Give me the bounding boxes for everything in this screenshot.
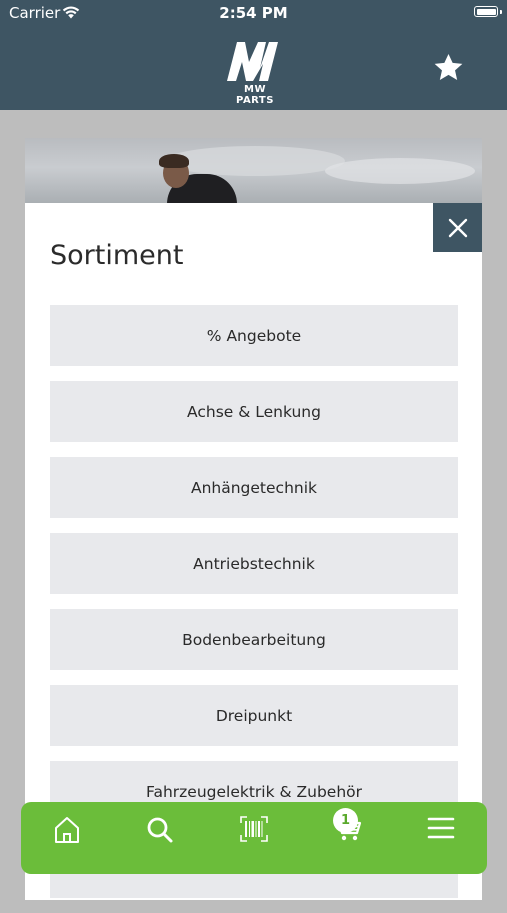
logo-text: MW PARTS bbox=[236, 84, 274, 106]
nav-scan-button[interactable] bbox=[232, 816, 276, 860]
category-item-angebote[interactable]: % Angebote bbox=[50, 305, 458, 366]
logo-mark-icon bbox=[227, 42, 278, 81]
status-time: 2:54 PM bbox=[219, 4, 288, 22]
category-item-antriebstechnik[interactable]: Antriebstechnik bbox=[50, 533, 458, 594]
bottom-nav bbox=[21, 802, 487, 874]
category-item-dreipunkt[interactable]: Dreipunkt bbox=[50, 685, 458, 746]
brand-logo[interactable]: MW PARTS bbox=[224, 40, 286, 106]
nav-menu-button[interactable] bbox=[419, 816, 463, 860]
hero-image bbox=[25, 138, 482, 204]
modal-title: Sortiment bbox=[50, 240, 184, 271]
favorites-button[interactable] bbox=[432, 52, 465, 88]
close-button[interactable] bbox=[433, 203, 482, 252]
hero-cloud bbox=[325, 158, 475, 184]
hero-person-hair bbox=[159, 154, 189, 168]
star-icon bbox=[434, 54, 463, 80]
battery-icon bbox=[474, 6, 498, 17]
category-item-achse-lenkung[interactable]: Achse & Lenkung bbox=[50, 381, 458, 442]
menu-icon bbox=[427, 817, 455, 839]
app-header: MW PARTS bbox=[0, 26, 507, 110]
search-icon bbox=[147, 817, 173, 843]
nav-search-button[interactable] bbox=[138, 816, 182, 860]
nav-home-button[interactable] bbox=[45, 816, 89, 860]
battery-tip bbox=[500, 10, 502, 14]
hero-cloud bbox=[165, 146, 345, 176]
barcode-icon bbox=[240, 816, 268, 842]
category-item-bodenbearbeitung[interactable]: Bodenbearbeitung bbox=[50, 609, 458, 670]
status-bar: Carrier 2:54 PM bbox=[0, 0, 507, 26]
category-item-anhaengetechnik[interactable]: Anhängetechnik bbox=[50, 457, 458, 518]
cart-count-badge: 1 bbox=[333, 808, 358, 833]
home-icon bbox=[55, 817, 79, 843]
close-icon bbox=[448, 218, 467, 237]
